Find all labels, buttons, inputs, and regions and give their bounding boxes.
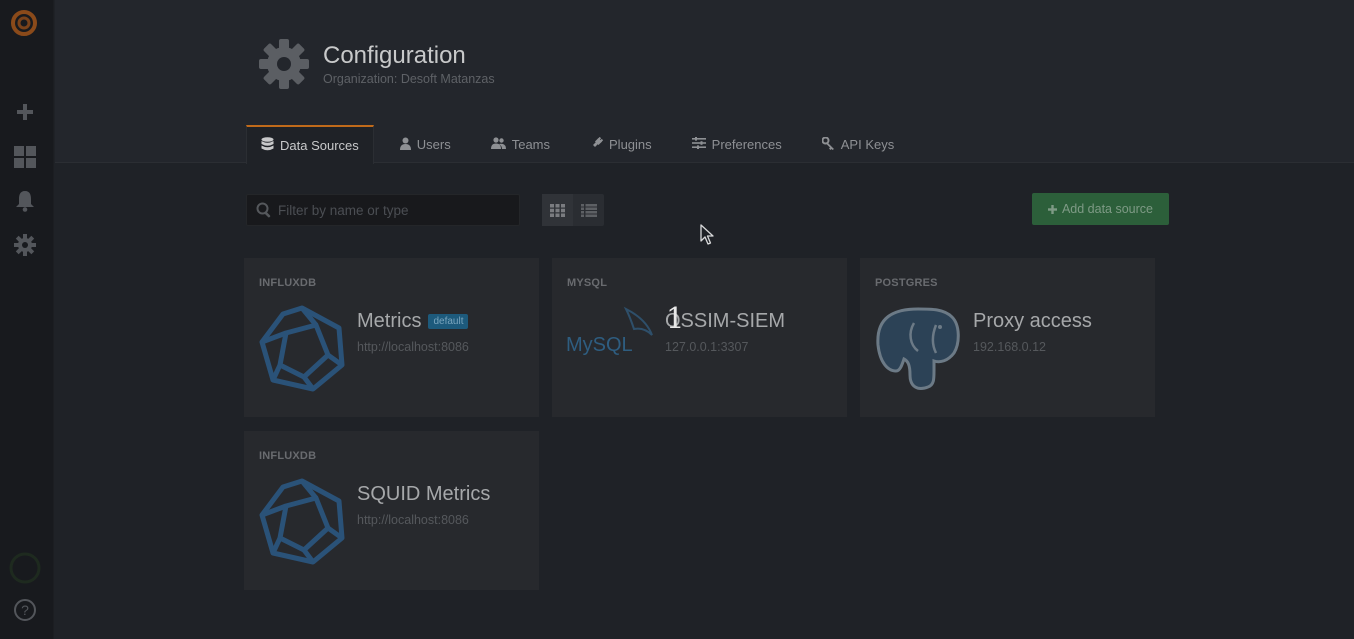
bell-icon[interactable] — [12, 188, 38, 214]
mouse-cursor-icon — [700, 224, 714, 251]
filter-box — [246, 194, 520, 226]
filter-input[interactable] — [278, 202, 508, 218]
search-icon — [256, 202, 272, 218]
tab-plugins[interactable]: Plugins — [576, 125, 666, 164]
help-icon[interactable]: ? — [12, 597, 38, 623]
grafana-logo-icon[interactable] — [9, 8, 39, 38]
list-icon — [580, 203, 597, 217]
tab-data-sources[interactable]: Data Sources — [246, 125, 374, 164]
influxdb-logo-icon — [258, 305, 346, 393]
influxdb-logo-icon — [258, 478, 346, 566]
sliders-icon — [691, 137, 706, 152]
tab-label: Users — [416, 137, 451, 152]
tab-users[interactable]: Users — [386, 125, 465, 164]
default-badge: default — [428, 314, 469, 329]
datasource-url: http://localhost:8086 — [357, 513, 469, 527]
tab-label: Teams — [511, 137, 551, 152]
cog-icon — [258, 38, 310, 90]
key-icon — [821, 136, 835, 153]
page-subtitle: Organization: Desoft Matanzas — [323, 72, 495, 86]
tab-teams[interactable]: Teams — [477, 125, 564, 164]
datasource-type: MYSQL — [567, 277, 608, 289]
tab-label: Data Sources — [280, 138, 359, 153]
users-icon — [490, 137, 506, 152]
grid-view-button[interactable] — [542, 194, 573, 226]
postgres-elephant-icon — [874, 305, 962, 393]
datasource-url: 192.168.0.12 — [973, 340, 1046, 354]
config-tabs: Data Sources Users Teams Plugins Prefere… — [246, 125, 908, 164]
page-title: Configuration — [323, 42, 466, 69]
step-number-marker: 1 — [666, 301, 685, 335]
plug-icon — [590, 136, 604, 153]
list-view-button[interactable] — [573, 194, 604, 226]
datasource-type: INFLUXDB — [259, 450, 317, 462]
add-data-source-label: Add data source — [1061, 202, 1154, 216]
svg-text:?: ? — [21, 602, 29, 618]
side-menu: ? — [0, 0, 54, 639]
datasource-card[interactable]: POSTGRES Proxy access 192.168.0.12 — [860, 258, 1155, 417]
datasource-card[interactable]: INFLUXDB Metrics default http://localhost… — [244, 258, 539, 417]
plus-icon — [1047, 204, 1057, 214]
database-icon — [261, 137, 274, 154]
datasource-name: SQUID Metrics — [357, 483, 491, 505]
tab-label: Preferences — [711, 137, 782, 152]
datasource-type: POSTGRES — [875, 277, 938, 289]
datasource-url: http://localhost:8086 — [357, 340, 469, 354]
tab-api-keys[interactable]: API Keys — [808, 125, 908, 164]
datasource-card[interactable]: INFLUXDB SQUID Metrics http://localhost:… — [244, 431, 539, 590]
datasource-url: 127.0.0.1:3307 — [665, 340, 749, 354]
user-avatar-icon[interactable] — [9, 552, 41, 584]
mysql-logo-icon: MySQL — [566, 305, 654, 393]
layout-toggle — [542, 194, 604, 226]
datasource-name: Metrics default — [357, 310, 469, 333]
datasource-card[interactable]: MYSQL MySQL OSSIM-SIEM 127.0.0.1:3307 — [552, 258, 847, 417]
plus-icon[interactable] — [12, 99, 38, 125]
datasource-type: INFLUXDB — [259, 277, 317, 289]
tab-label: Plugins — [609, 137, 652, 152]
svg-text:MySQL: MySQL — [566, 334, 633, 356]
gear-icon[interactable] — [12, 232, 38, 258]
datasource-name: Proxy access — [973, 310, 1092, 332]
user-icon — [399, 137, 411, 153]
add-data-source-button[interactable]: Add data source — [1032, 193, 1169, 225]
dashboards-icon[interactable] — [12, 144, 38, 170]
tab-label: API Keys — [840, 137, 895, 152]
grid-icon — [550, 203, 565, 217]
tab-preferences[interactable]: Preferences — [678, 125, 796, 164]
